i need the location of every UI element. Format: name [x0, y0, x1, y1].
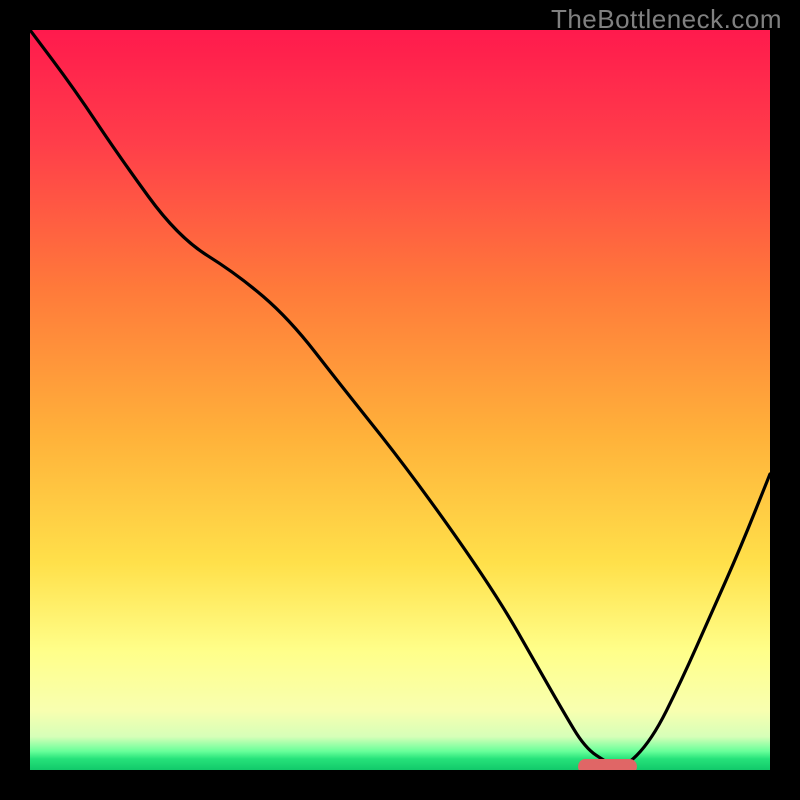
chart-frame: TheBottleneck.com: [0, 0, 800, 800]
plot-area: [30, 30, 770, 770]
bottleneck-curve: [30, 30, 770, 770]
optimal-point-marker: [578, 759, 637, 770]
